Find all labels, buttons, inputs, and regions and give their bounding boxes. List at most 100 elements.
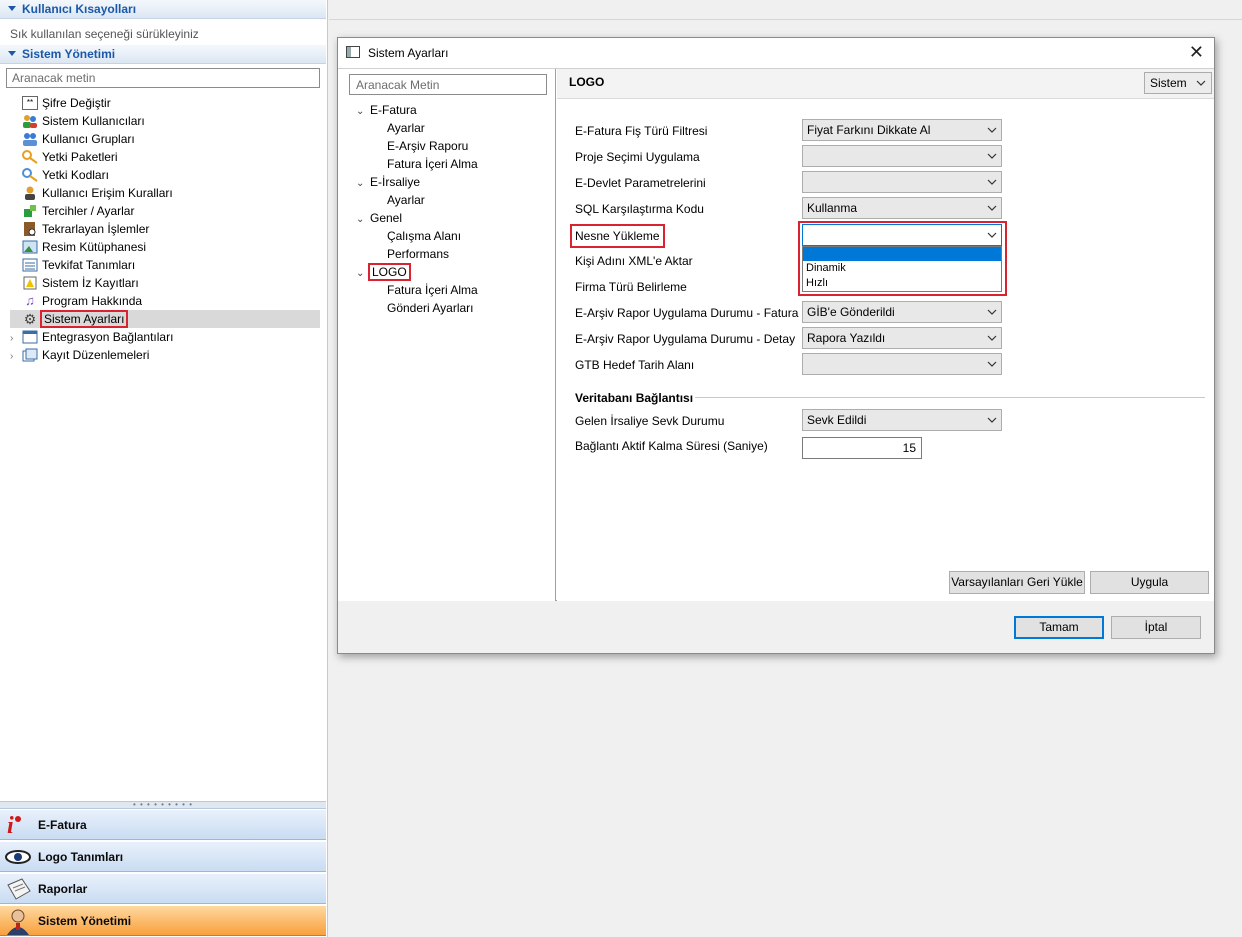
tree-leaf-logo-fatura[interactable]: Fatura İçeri Alma (387, 281, 478, 299)
report-icon (4, 877, 32, 901)
dropdown-option-hizli[interactable]: Hızlı (803, 276, 1001, 291)
tree-item-iz-kayitlari[interactable]: Sistem İz Kayıtları (10, 274, 320, 292)
tree-item-kullanici-gruplari[interactable]: Kullanıcı Grupları (10, 130, 320, 148)
tree-leaf-performans[interactable]: Performans (387, 245, 449, 263)
gear-icon: ⚙ (23, 310, 37, 327)
content-header: LOGO Sistem (557, 69, 1214, 99)
dialog-titlebar[interactable]: Sistem Ayarları ✕ (338, 38, 1214, 68)
expand-chevron-icon[interactable]: › (10, 348, 22, 366)
left-search-input[interactable] (6, 68, 320, 88)
users-icon (22, 114, 38, 128)
chevron-down-icon[interactable]: ⌄ (356, 103, 370, 121)
content-title: LOGO (569, 75, 605, 89)
chevron-down-icon (1196, 80, 1206, 86)
shortcuts-header[interactable]: Kullanıcı Kısayolları (0, 0, 326, 19)
label-nesne-yukleme: Nesne Yükleme (570, 224, 665, 248)
tree-item-kayit-duzenlemeleri[interactable]: › Kayıt Düzenlemeleri (10, 346, 320, 364)
baglanti-suresi-input[interactable]: 15 (802, 437, 922, 459)
chevron-down-icon (987, 417, 997, 423)
select-gelen-irsaliye[interactable]: Sevk Edildi (802, 409, 1002, 431)
select-gtb-hedef-tarih[interactable] (802, 353, 1002, 375)
label-gtb-hedef-tarih: GTB Hedef Tarih Alanı (575, 358, 695, 372)
tree-node-eirsaliye[interactable]: ⌄ E-İrsaliye (356, 173, 420, 191)
select-edevlet-parametreleri[interactable] (802, 171, 1002, 193)
chevron-down-icon (987, 335, 997, 341)
tree-leaf-gonderi-ayarlari[interactable]: Gönderi Ayarları (387, 299, 474, 317)
ok-button[interactable]: Tamam (1014, 616, 1104, 639)
cancel-button[interactable]: İptal (1111, 616, 1201, 639)
tree-item-tekrarlayan-islemler[interactable]: Tekrarlayan İşlemler (10, 220, 320, 238)
tree-item-tercihler[interactable]: Tercihler / Ayarlar (10, 202, 320, 220)
chevron-down-icon[interactable]: ⌄ (356, 211, 370, 229)
tree-item-erisim-kurallari[interactable]: Kullanıcı Erişim Kuralları (10, 184, 320, 202)
chevron-down-icon[interactable]: ⌄ (356, 265, 370, 283)
label-proje-secimi: Proje Seçimi Uygulama (575, 150, 700, 164)
system-settings-dialog: Sistem Ayarları ✕ ⌄E-Fatura Ayarlar E-Ar… (337, 37, 1215, 654)
preferences-icon (22, 204, 38, 218)
chevron-down-icon (987, 153, 997, 159)
collapse-arrow-icon (8, 6, 16, 12)
window-icon (346, 46, 360, 58)
apply-button[interactable]: Uygula (1090, 571, 1209, 594)
tree-leaf-calisma-alani[interactable]: Çalışma Alanı (387, 227, 461, 245)
key-icon (22, 167, 38, 182)
tree-item-resim-kutuphanesi[interactable]: Resim Kütüphanesi (10, 238, 320, 256)
select-proje-secimi[interactable] (802, 145, 1002, 167)
shortcuts-hint: Sık kullanılan seçeneği sürükleyiniz (10, 27, 199, 41)
tree-item-sifre-degistir[interactable]: ** Şifre Değiştir (10, 94, 320, 112)
select-sql-karsilastirma[interactable]: Kullanma (802, 197, 1002, 219)
label-efatura-fis-turu: E-Fatura Fiş Türü Filtresi (575, 124, 708, 138)
scope-select[interactable]: Sistem (1144, 72, 1212, 94)
nav-sistem-yonetimi[interactable]: Sistem Yönetimi (0, 905, 326, 936)
dropdown-option-dinamik[interactable]: Dinamik (803, 261, 1001, 276)
work-area-toolbar (329, 0, 1242, 20)
select-earsiv-detay[interactable]: Rapora Yazıldı (802, 327, 1002, 349)
system-management-header[interactable]: Sistem Yönetimi (0, 45, 326, 64)
image-library-icon (22, 240, 38, 254)
settings-search-input[interactable] (349, 74, 547, 95)
tree-item-entegrasyon[interactable]: › Entegrasyon Bağlantıları (10, 328, 320, 346)
tree-leaf-eirsaliye-ayarlar[interactable]: Ayarlar (387, 191, 425, 209)
group-divider (695, 397, 1205, 398)
label-baglanti-suresi: Bağlantı Aktif Kalma Süresi (Saniye) (575, 439, 768, 453)
tree-item-program-hakkinda[interactable]: ♫ Program Hakkında (10, 292, 320, 310)
group-veritabani-baglantisi: Veritabanı Bağlantısı (575, 391, 694, 405)
label-sql-karsilastirma: SQL Karşılaştırma Kodu (575, 202, 704, 216)
dialog-body: ⌄E-Fatura Ayarlar E-Arşiv Raporu Fatura … (338, 68, 1214, 601)
tree-leaf-fatura-iceri-alma[interactable]: Fatura İçeri Alma (387, 155, 478, 173)
label-gelen-irsaliye: Gelen İrsaliye Sevk Durumu (575, 414, 725, 428)
tree-node-genel[interactable]: ⌄ Genel (356, 209, 402, 227)
tree-node-efatura[interactable]: ⌄ E-Fatura (356, 101, 417, 119)
tree-node-logo[interactable]: ⌄ LOGO (356, 263, 411, 283)
label-kisi-adini-xml: Kişi Adını XML'e Aktar (575, 254, 693, 268)
admin-user-icon (4, 909, 32, 935)
chevron-down-icon (987, 179, 997, 185)
select-earsiv-fatura[interactable]: GİB'e Gönderildi (802, 301, 1002, 323)
tree-item-sistem-kullanicilari[interactable]: Sistem Kullanıcıları (10, 112, 320, 130)
select-efatura-fis-turu[interactable]: Fiyat Farkını Dikkate Al (802, 119, 1002, 141)
close-icon[interactable]: ✕ (1189, 43, 1204, 61)
audit-log-icon (22, 276, 38, 290)
chevron-down-icon (987, 309, 997, 315)
chevron-down-icon (987, 205, 997, 211)
tree-item-yetki-kodlari[interactable]: Yetki Kodları (10, 166, 320, 184)
tree-leaf-earsiv-raporu[interactable]: E-Arşiv Raporu (387, 137, 468, 155)
select-nesne-yukleme[interactable] (802, 224, 1002, 246)
left-navigation-panel: Kullanıcı Kısayolları Sık kullanılan seç… (0, 0, 328, 937)
tree-item-tevkifat[interactable]: Tevkifat Tanımları (10, 256, 320, 274)
music-note-icon: ♫ (25, 292, 35, 308)
tree-item-yetki-paketleri[interactable]: Yetki Paketleri (10, 148, 320, 166)
dropdown-option-empty[interactable] (803, 247, 1001, 261)
tree-item-sistem-ayarlari[interactable]: ⚙ Sistem Ayarları (10, 310, 320, 328)
records-icon (22, 348, 38, 362)
chevron-down-icon[interactable]: ⌄ (356, 175, 370, 193)
nav-efatura[interactable]: i E-Fatura (0, 809, 326, 840)
nav-raporlar[interactable]: Raporlar (0, 873, 326, 904)
panel-splitter[interactable]: • • • • • • • • • (0, 801, 326, 809)
restore-defaults-button[interactable]: Varsayılanları Geri Yükle (949, 571, 1085, 594)
tree-leaf-efatura-ayarlar[interactable]: Ayarlar (387, 119, 425, 137)
chevron-down-icon (987, 232, 997, 238)
nav-logo-tanimlari[interactable]: Logo Tanımları (0, 841, 326, 872)
label-earsiv-detay: E-Arşiv Rapor Uygulama Durumu - Detay (575, 332, 796, 346)
access-rules-icon (22, 186, 38, 200)
